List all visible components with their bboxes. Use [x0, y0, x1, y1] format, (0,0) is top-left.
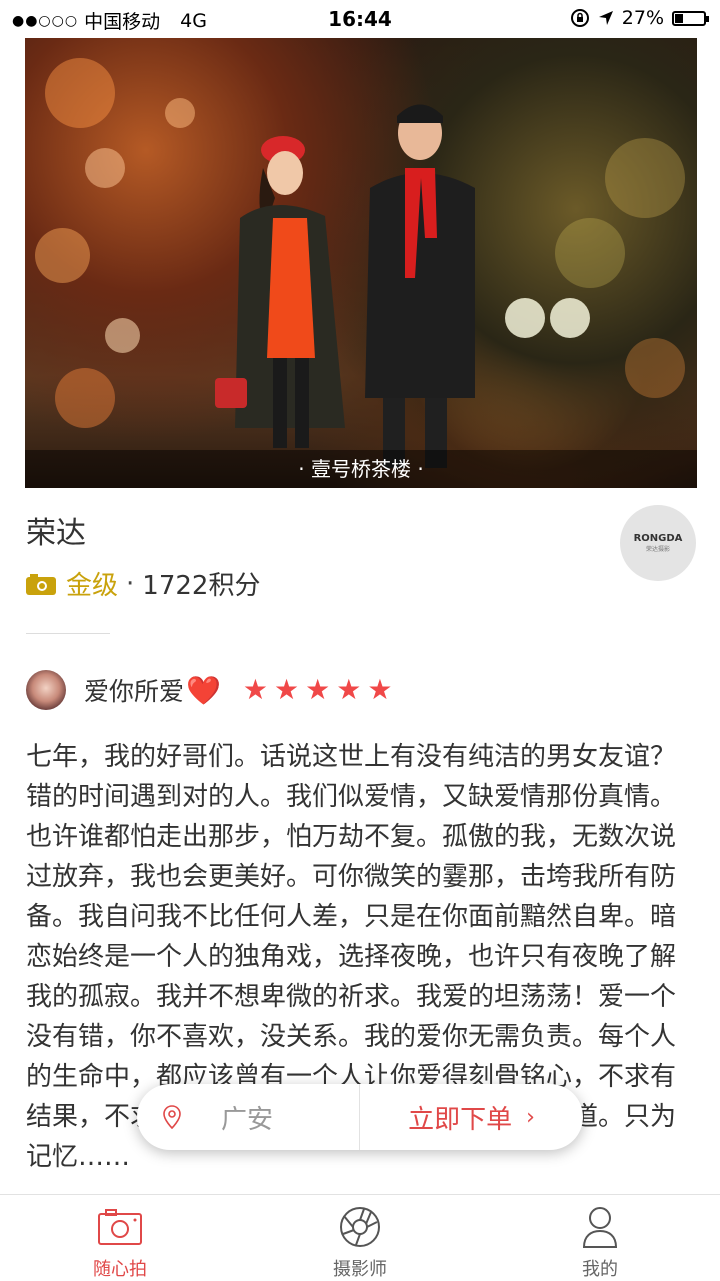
reviewer-avatar[interactable]	[26, 670, 66, 710]
tab-label: 随心拍	[93, 1259, 147, 1280]
man-figure	[365, 104, 475, 468]
location-label: 广安	[221, 1104, 274, 1135]
photo-location-caption: · 壹号桥茶楼 ·	[25, 450, 697, 488]
star-icon: ★	[274, 673, 300, 706]
car-headlight	[550, 298, 590, 338]
logo-brand: RONGDA	[633, 533, 683, 544]
bottom-tab-bar: 随心拍 摄影师 我的	[0, 1194, 720, 1281]
star-icon: ★	[305, 673, 331, 706]
aperture-icon	[340, 1207, 380, 1247]
battery-icon	[672, 10, 709, 26]
camera-badge-icon	[26, 573, 56, 595]
order-label: 立即下单	[408, 1104, 513, 1135]
bokeh-light	[85, 148, 125, 188]
camera-tab-icon	[98, 1209, 142, 1245]
bokeh-light	[555, 218, 625, 288]
separator: ·	[126, 568, 135, 599]
star-icon: ★	[336, 673, 362, 706]
rating-stars: ★ ★ ★ ★ ★	[243, 676, 393, 704]
level-label: 金级	[66, 571, 119, 601]
tab-mine[interactable]: 我的	[480, 1195, 720, 1281]
car-headlight	[505, 298, 545, 338]
bokeh-light	[55, 368, 115, 428]
photographer-logo[interactable]: RONGDA 荣达摄影	[620, 505, 696, 581]
bokeh-light	[165, 98, 195, 128]
review-header: 爱你所爱 ❤️ ★ ★ ★ ★ ★	[26, 670, 392, 710]
star-icon: ★	[367, 673, 393, 706]
battery-percent: 27%	[621, 7, 664, 29]
bokeh-light	[605, 138, 685, 218]
chevron-right-icon: ›	[526, 1104, 535, 1130]
location-selector[interactable]: 广安	[137, 1099, 359, 1136]
bokeh-light	[625, 338, 685, 398]
star-icon: ★	[242, 673, 268, 706]
status-bar: ●●○○○ 中国移动 4G 16:44 27%	[0, 0, 720, 36]
points-label: 1722积分	[142, 571, 261, 601]
hero-photo[interactable]: · 壹号桥茶楼 ·	[25, 38, 697, 488]
user-icon	[582, 1207, 618, 1248]
orientation-lock-icon	[570, 9, 589, 27]
photographer-name: 荣达	[26, 516, 86, 551]
divider	[26, 633, 110, 634]
logo-sub: 荣达摄影	[645, 546, 670, 553]
status-right: 27%	[570, 7, 709, 29]
location-arrow-icon	[598, 11, 613, 25]
bokeh-light	[105, 318, 140, 353]
location-pin-icon	[163, 1105, 181, 1129]
tab-random-shoot[interactable]: 随心拍	[0, 1195, 240, 1281]
order-now-button[interactable]: 立即下单 ›	[360, 1099, 583, 1136]
reviewer-name: 爱你所爱	[84, 677, 185, 706]
bokeh-light	[35, 228, 90, 283]
heart-icon: ❤️	[186, 673, 221, 707]
level-row: 金级 · 1722积分	[26, 565, 260, 602]
tab-photographers[interactable]: 摄影师	[240, 1195, 480, 1281]
floating-action-bar: 广安 立即下单 ›	[137, 1084, 583, 1150]
bokeh-light	[45, 58, 115, 128]
tab-label: 我的	[582, 1259, 618, 1280]
tab-label: 摄影师	[333, 1259, 387, 1280]
